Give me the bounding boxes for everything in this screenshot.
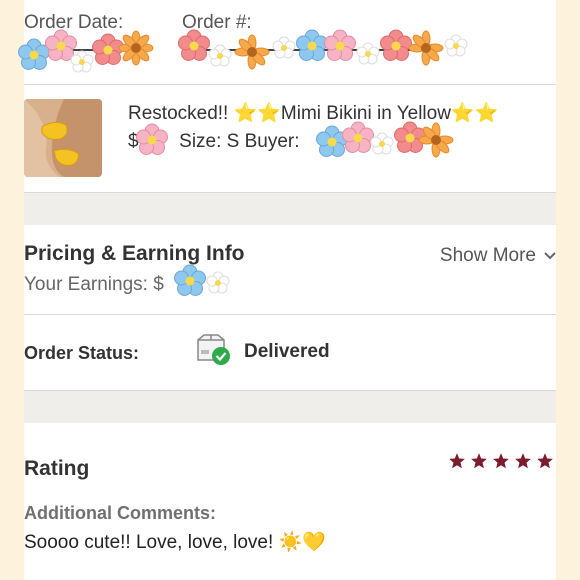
flower-sticker-icon <box>136 123 168 155</box>
order-status-label: Order Status: <box>24 343 140 363</box>
star-icon <box>471 453 487 469</box>
chevron-down-icon <box>544 252 556 260</box>
section-separator <box>24 391 556 423</box>
star-icon <box>493 453 509 469</box>
flower-stickers-order-number <box>174 26 474 70</box>
rating-title: Rating <box>24 457 90 480</box>
flower-sticker-icon <box>18 29 154 73</box>
flower-sticker-icon <box>316 121 454 158</box>
star-icon <box>515 453 531 469</box>
additional-comments-label: Additional Comments: <box>24 503 216 523</box>
section-separator <box>24 193 556 225</box>
flower-sticker-icon <box>174 264 230 296</box>
flower-stickers-price <box>135 121 169 159</box>
order-detail-panel: Order Date: Order #: Restocked!! ⭐⭐Mimi … <box>18 0 556 580</box>
divider <box>24 314 556 315</box>
divider <box>24 84 556 85</box>
rating-stars <box>448 452 554 470</box>
star-icon <box>537 453 553 469</box>
flower-stickers-order-date <box>14 28 154 74</box>
buyer-label: Buyer: <box>244 131 300 152</box>
show-more-button[interactable]: Show More <box>440 245 556 267</box>
flower-sticker-icon <box>178 29 468 70</box>
show-more-label: Show More <box>439 245 536 266</box>
buyer-comment: Soooo cute!! Love, love, love! ☀️💛 <box>24 532 326 553</box>
order-status-value: Delivered <box>244 341 330 362</box>
product-thumbnail[interactable] <box>24 99 102 177</box>
earnings-label: Your Earnings: $ <box>24 274 164 295</box>
flower-stickers-buyer <box>314 118 484 160</box>
package-delivered-icon <box>197 334 230 365</box>
star-icon <box>449 453 465 469</box>
flower-stickers-earnings <box>172 262 242 300</box>
size-text: Size: S <box>179 131 240 152</box>
product-photo-icon <box>24 99 102 177</box>
